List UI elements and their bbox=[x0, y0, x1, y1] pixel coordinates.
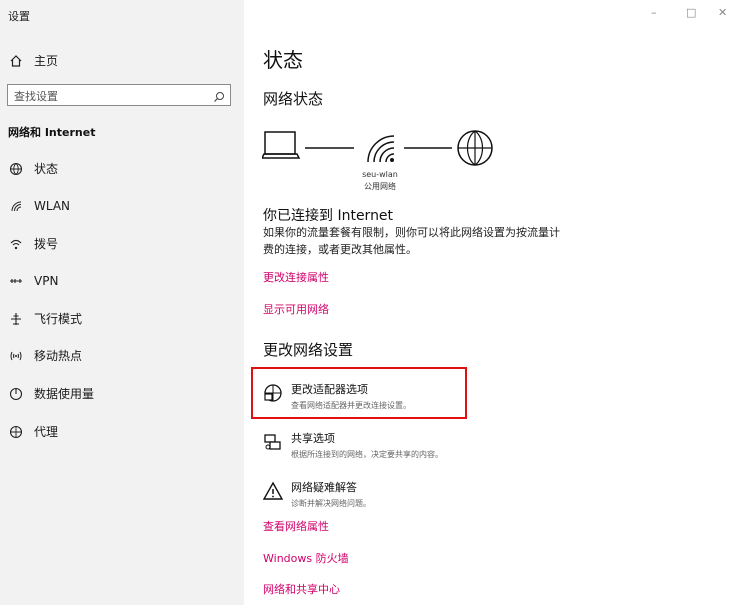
sidebar-item-label: WLAN bbox=[34, 199, 71, 213]
sharing-options[interactable]: 共享选项 根据所连接到的网络，决定要共享的内容。 bbox=[263, 430, 443, 460]
troubleshooter-option-title: 网络疑难解答 bbox=[291, 481, 357, 494]
view-network-properties-link[interactable]: 查看网络属性 bbox=[263, 518, 329, 534]
sharing-option-title: 共享选项 bbox=[291, 432, 335, 445]
connected-description-line2: 费的连接，或者更改其他属性。 bbox=[263, 243, 417, 256]
wifi-icon bbox=[8, 198, 24, 214]
sidebar-item-label: 代理 bbox=[34, 425, 59, 439]
network-ssid: seu-wlan bbox=[362, 170, 398, 179]
sidebar-section-title: 网络和 Internet bbox=[8, 126, 96, 139]
network-sharing-center-link[interactable]: 网络和共享中心 bbox=[263, 581, 340, 597]
status-globe-icon bbox=[8, 161, 24, 177]
sidebar-item-proxy[interactable]: 代理 bbox=[8, 423, 58, 440]
sidebar-item-hotspot[interactable]: 移动热点 bbox=[8, 347, 82, 364]
minimize-button[interactable]: – bbox=[651, 6, 657, 19]
network-diagram bbox=[262, 130, 493, 166]
network-troubleshooter[interactable]: 网络疑难解答 诊断并解决网络问题。 bbox=[263, 479, 371, 509]
search-placeholder: 查找设置 bbox=[14, 90, 58, 103]
sidebar-item-dialup[interactable]: 拨号 bbox=[8, 235, 58, 252]
sidebar-item-label: VPN bbox=[34, 274, 59, 288]
page-title: 状态 bbox=[263, 48, 303, 72]
sidebar-home-label: 主页 bbox=[34, 54, 59, 68]
internet-globe-icon bbox=[457, 130, 493, 166]
connected-heading: 你已连接到 Internet bbox=[263, 208, 394, 224]
warning-icon bbox=[263, 481, 283, 500]
windows-firewall-link[interactable]: Windows 防火墙 bbox=[263, 550, 349, 566]
sidebar-item-label: 飞行模式 bbox=[34, 312, 83, 326]
sidebar-item-label: 移动热点 bbox=[34, 349, 83, 363]
sidebar-item-status[interactable]: 状态 bbox=[8, 160, 58, 177]
sidebar-item-label: 拨号 bbox=[34, 237, 59, 251]
data-usage-icon bbox=[8, 386, 24, 402]
sharing-option-desc: 根据所连接到的网络，决定要共享的内容。 bbox=[291, 450, 443, 459]
highlight-box bbox=[251, 367, 467, 419]
sharing-icon bbox=[264, 434, 281, 450]
airplane-icon bbox=[8, 311, 24, 327]
sidebar: 设置 主页 查找设置 网络和 Internet 状态 WLAN 拨号 VPN 飞… bbox=[0, 0, 244, 605]
dialup-icon bbox=[8, 236, 24, 252]
window-title: 设置 bbox=[8, 10, 30, 23]
sidebar-item-data-usage[interactable]: 数据使用量 bbox=[8, 385, 94, 402]
connected-description-line1: 如果你的流量套餐有限制，则你可以将此网络设置为按流量计 bbox=[263, 226, 560, 239]
search-icon[interactable] bbox=[213, 88, 225, 107]
wifi-signal-icon bbox=[367, 135, 395, 163]
change-connection-properties-link[interactable]: 更改连接属性 bbox=[263, 269, 329, 285]
troubleshooter-option-desc: 诊断并解决网络问题。 bbox=[291, 499, 371, 508]
home-icon bbox=[8, 53, 24, 69]
network-type: 公用网络 bbox=[364, 182, 396, 191]
sidebar-item-vpn[interactable]: VPN bbox=[8, 273, 58, 289]
vpn-icon bbox=[8, 273, 24, 289]
show-available-networks-link[interactable]: 显示可用网络 bbox=[263, 301, 329, 317]
laptop-icon bbox=[262, 131, 301, 159]
change-network-settings-heading: 更改网络设置 bbox=[263, 341, 354, 359]
search-input[interactable]: 查找设置 bbox=[7, 84, 231, 106]
network-status-heading: 网络状态 bbox=[263, 90, 324, 108]
sidebar-item-label: 数据使用量 bbox=[34, 387, 95, 401]
sidebar-item-airplane[interactable]: 飞行模式 bbox=[8, 310, 82, 327]
hotspot-icon bbox=[8, 348, 24, 364]
close-button[interactable]: ✕ bbox=[718, 6, 727, 19]
proxy-globe-icon bbox=[8, 424, 24, 440]
maximize-button[interactable]: □ bbox=[686, 6, 696, 19]
sidebar-home[interactable]: 主页 bbox=[8, 52, 58, 69]
sidebar-item-wlan[interactable]: WLAN bbox=[8, 198, 70, 214]
sidebar-item-label: 状态 bbox=[34, 162, 59, 176]
